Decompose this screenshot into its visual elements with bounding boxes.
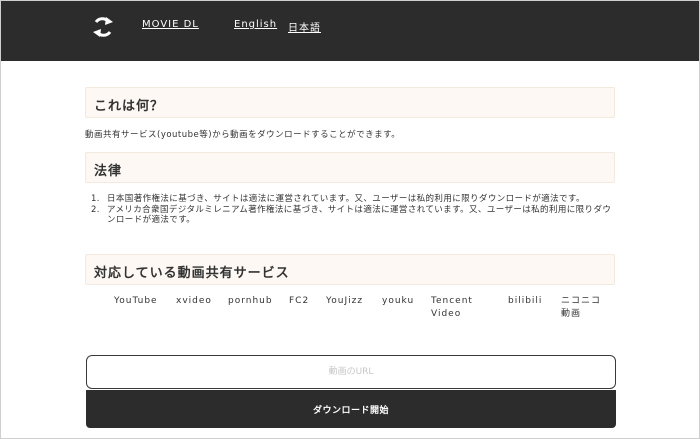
service-label: xvideo (176, 296, 212, 306)
service-label: youku (382, 296, 415, 306)
service-youtube[interactable]: YouTube (114, 295, 158, 308)
law-item-text: 日本国著作権法に基づき、サイトは適法に運営されています。又、ユーザーは私的利用に… (107, 194, 585, 204)
service-label: YouTube (114, 296, 158, 306)
brand-link[interactable]: MOVIE DL (142, 19, 199, 30)
service-label: ニコニコ (561, 296, 602, 306)
law-item-number: 1. (91, 194, 100, 204)
law-list: 1. 日本国著作権法に基づき、サイトは適法に運営されています。又、ユーザーは私的… (91, 194, 616, 226)
lang-japanese-link[interactable]: 日本語 (288, 19, 321, 34)
service-label: pornhub (228, 296, 273, 306)
service-youku[interactable]: youku (382, 295, 414, 308)
service-label: Tencent (431, 296, 473, 306)
top-header: MOVIE DL English 日本語 (1, 1, 699, 61)
start-download-button[interactable]: ダウンロード開始 (86, 390, 616, 428)
service-label-line2: Video (431, 309, 462, 319)
service-xvideo[interactable]: xvideo (176, 295, 212, 308)
service-label: FC2 (289, 296, 310, 306)
url-input[interactable] (86, 355, 616, 389)
lang-english-link[interactable]: English (234, 19, 277, 30)
service-label: YouJizz (326, 296, 364, 306)
service-niconico[interactable]: ニコニコ 動画 (561, 295, 601, 321)
law-item: 2. アメリカ合衆国デジタルミレニアム著作権法に基づき、サイトは適法に運営されて… (91, 205, 616, 226)
services-heading-box: 対応している動画共有サービス (85, 254, 615, 285)
service-pornhub[interactable]: pornhub (228, 295, 273, 308)
service-fc2[interactable]: FC2 (289, 295, 309, 308)
service-label: bilibili (508, 296, 543, 306)
service-label-line2: 動画 (561, 309, 582, 319)
service-youjizz[interactable]: YouJizz (326, 295, 363, 308)
service-bilibili[interactable]: bilibili (508, 295, 542, 308)
about-description: 動画共有サービス(youtube等)から動画をダウンロードすることができます。 (85, 130, 401, 140)
services-heading: 対応している動画共有サービス (94, 266, 290, 281)
page-frame: MOVIE DL English 日本語 これは何？ 動画共有サービス(yout… (0, 0, 700, 439)
about-heading-box: これは何？ (85, 87, 615, 118)
sync-arrows-icon[interactable] (90, 16, 116, 38)
law-item-text: アメリカ合衆国デジタルミレニアム著作権法に基づき、サイトは適法に運営されています… (107, 204, 612, 226)
law-item-number: 2. (91, 204, 100, 215)
law-item: 1. 日本国著作権法に基づき、サイトは適法に運営されています。又、ユーザーは私的… (91, 194, 616, 205)
law-heading-box: 法律 (85, 152, 615, 183)
service-tencent-video[interactable]: Tencent Video (431, 295, 473, 321)
law-heading: 法律 (94, 164, 123, 179)
about-heading: これは何？ (94, 99, 165, 114)
